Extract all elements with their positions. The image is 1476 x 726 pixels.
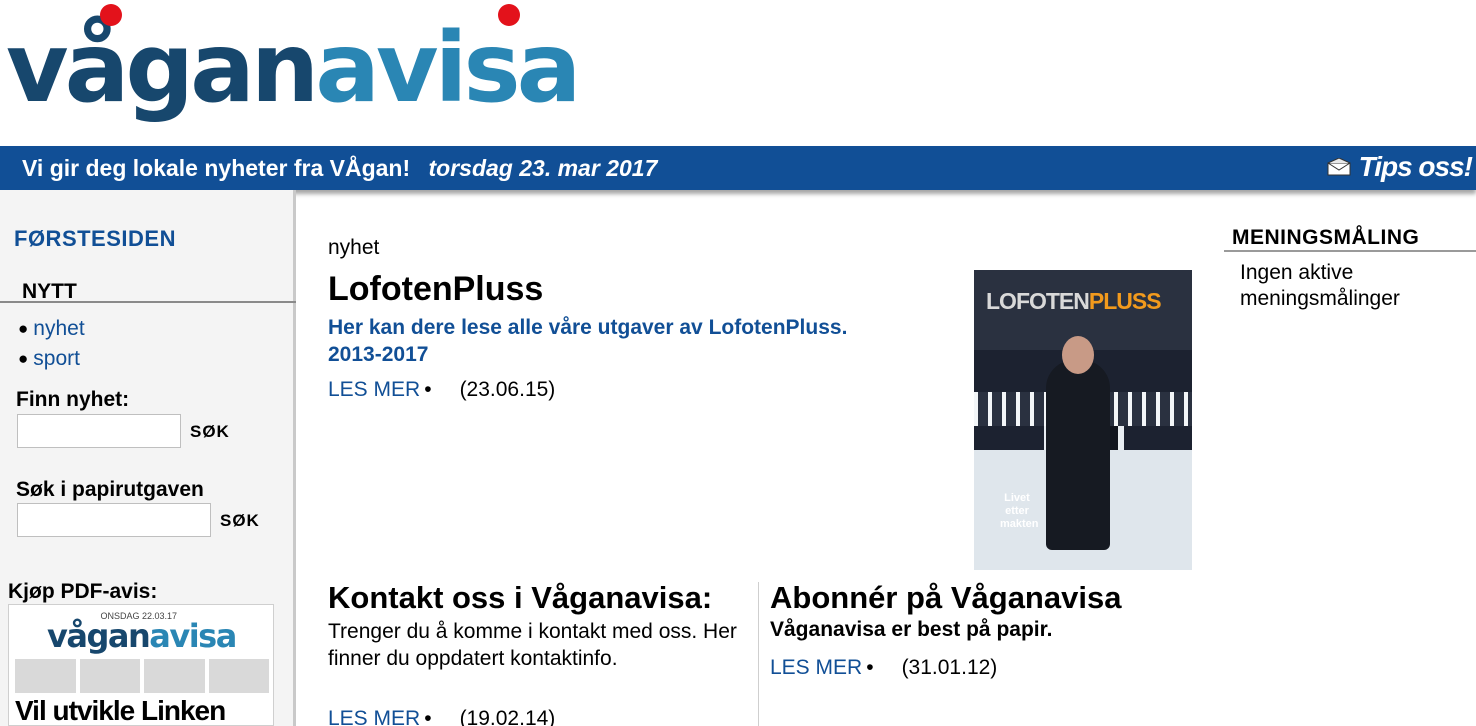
category-list: ● nyhet ● sport <box>18 314 85 374</box>
left-sidebar: FØRSTESIDEN NYTT ● nyhet ● sport Finn nyhe… <box>0 190 296 726</box>
read-more-link[interactable]: LES MER <box>328 707 420 726</box>
article-title[interactable]: LofotenPluss <box>328 270 543 309</box>
main-content: nyhet LofotenPluss Her kan dere lese all… <box>296 190 1206 726</box>
read-more-link[interactable]: LES MER <box>328 378 420 401</box>
find-news-label: Finn nyhet: <box>16 388 130 411</box>
article-meta: LES MER • (31.01.12) <box>770 656 997 680</box>
bullet: • <box>424 707 432 726</box>
article-date: (19.02.14) <box>459 707 556 726</box>
paper-search-button[interactable]: SØK <box>220 511 260 531</box>
site-logo[interactable]: våganavisa <box>6 0 706 130</box>
bullet: ● <box>18 319 29 338</box>
banner-slogan: Vi gir deg lokale nyheter fra VÅgan! <box>22 155 411 181</box>
cover-logo: LOFOTENPLUSS <box>986 288 1162 314</box>
logo-part-vagan: vågan <box>6 12 319 124</box>
buy-pdf-label: Kjøp PDF-avis: <box>8 580 158 603</box>
pdf-cover-logo: våganavisa <box>47 617 237 655</box>
paper-search-input[interactable] <box>17 503 211 537</box>
category-item: ● sport <box>18 344 85 374</box>
article-lead[interactable]: Her kan dere lese alle våre utgaver av L… <box>328 314 888 368</box>
category-link-nyhet[interactable]: nyhet <box>33 314 84 344</box>
article-lead: Trenger du å komme i kontakt med oss. He… <box>328 620 737 670</box>
envelope-icon <box>1327 158 1351 176</box>
logo-dot <box>498 4 520 26</box>
category-link-sport[interactable]: sport <box>33 344 80 374</box>
frontpage-link[interactable]: FØRSTESIDEN <box>14 226 176 252</box>
find-news-search-button[interactable]: SØK <box>190 422 230 442</box>
divider <box>1224 250 1476 252</box>
cover-person-head <box>1062 336 1094 374</box>
divider <box>0 301 296 303</box>
article-lead: Våganavisa er best på papir. <box>770 618 1053 641</box>
cover-person <box>1046 360 1110 550</box>
pdf-cover-headline: Vil utvikle Linken <box>15 695 226 726</box>
banner-date: torsdag 23. mar 2017 <box>428 155 658 181</box>
poll-heading: MENINGSMÅLING <box>1232 226 1420 249</box>
read-more-link[interactable]: LES MER <box>770 656 862 679</box>
find-news-input[interactable] <box>17 414 181 448</box>
article-meta: LES MER • (23.06.15) <box>328 378 555 402</box>
article-date: (23.06.15) <box>459 378 556 401</box>
column-divider <box>758 582 759 726</box>
bullet: ● <box>18 349 29 368</box>
article-image[interactable]: LOFOTENPLUSS Livet etter makten <box>974 270 1192 570</box>
article-title[interactable]: Kontakt oss i Våganavisa: <box>328 580 712 616</box>
article-title[interactable]: Abonnér på Våganavisa <box>770 580 1121 616</box>
bullet: • <box>866 656 874 679</box>
pdf-cover-teasers <box>15 659 269 693</box>
header-banner: Vi gir deg lokale nyheter fra VÅgan! tor… <box>0 146 1476 190</box>
logo-dot <box>100 4 122 26</box>
article-date: (31.01.12) <box>901 656 998 679</box>
category-label: nyhet <box>328 236 380 259</box>
tips-label: Tips oss! <box>1358 151 1473 182</box>
tips-link[interactable]: Tips oss! <box>1327 151 1473 183</box>
poll-empty-message: Ingen aktive meningsmålinger <box>1240 261 1400 310</box>
pdf-cover-thumbnail[interactable]: ONSDAG 22.03.17 våganavisa Vil utvikle L… <box>8 604 274 726</box>
category-item: ● nyhet <box>18 314 85 344</box>
paper-search-label: Søk i papirutgaven <box>16 478 204 501</box>
cover-caption: Livet etter makten <box>1000 492 1039 530</box>
bullet: • <box>424 378 432 401</box>
logo-part-avisa: avisa <box>315 12 581 124</box>
article-meta: LES MER • (19.02.14) <box>328 707 555 726</box>
